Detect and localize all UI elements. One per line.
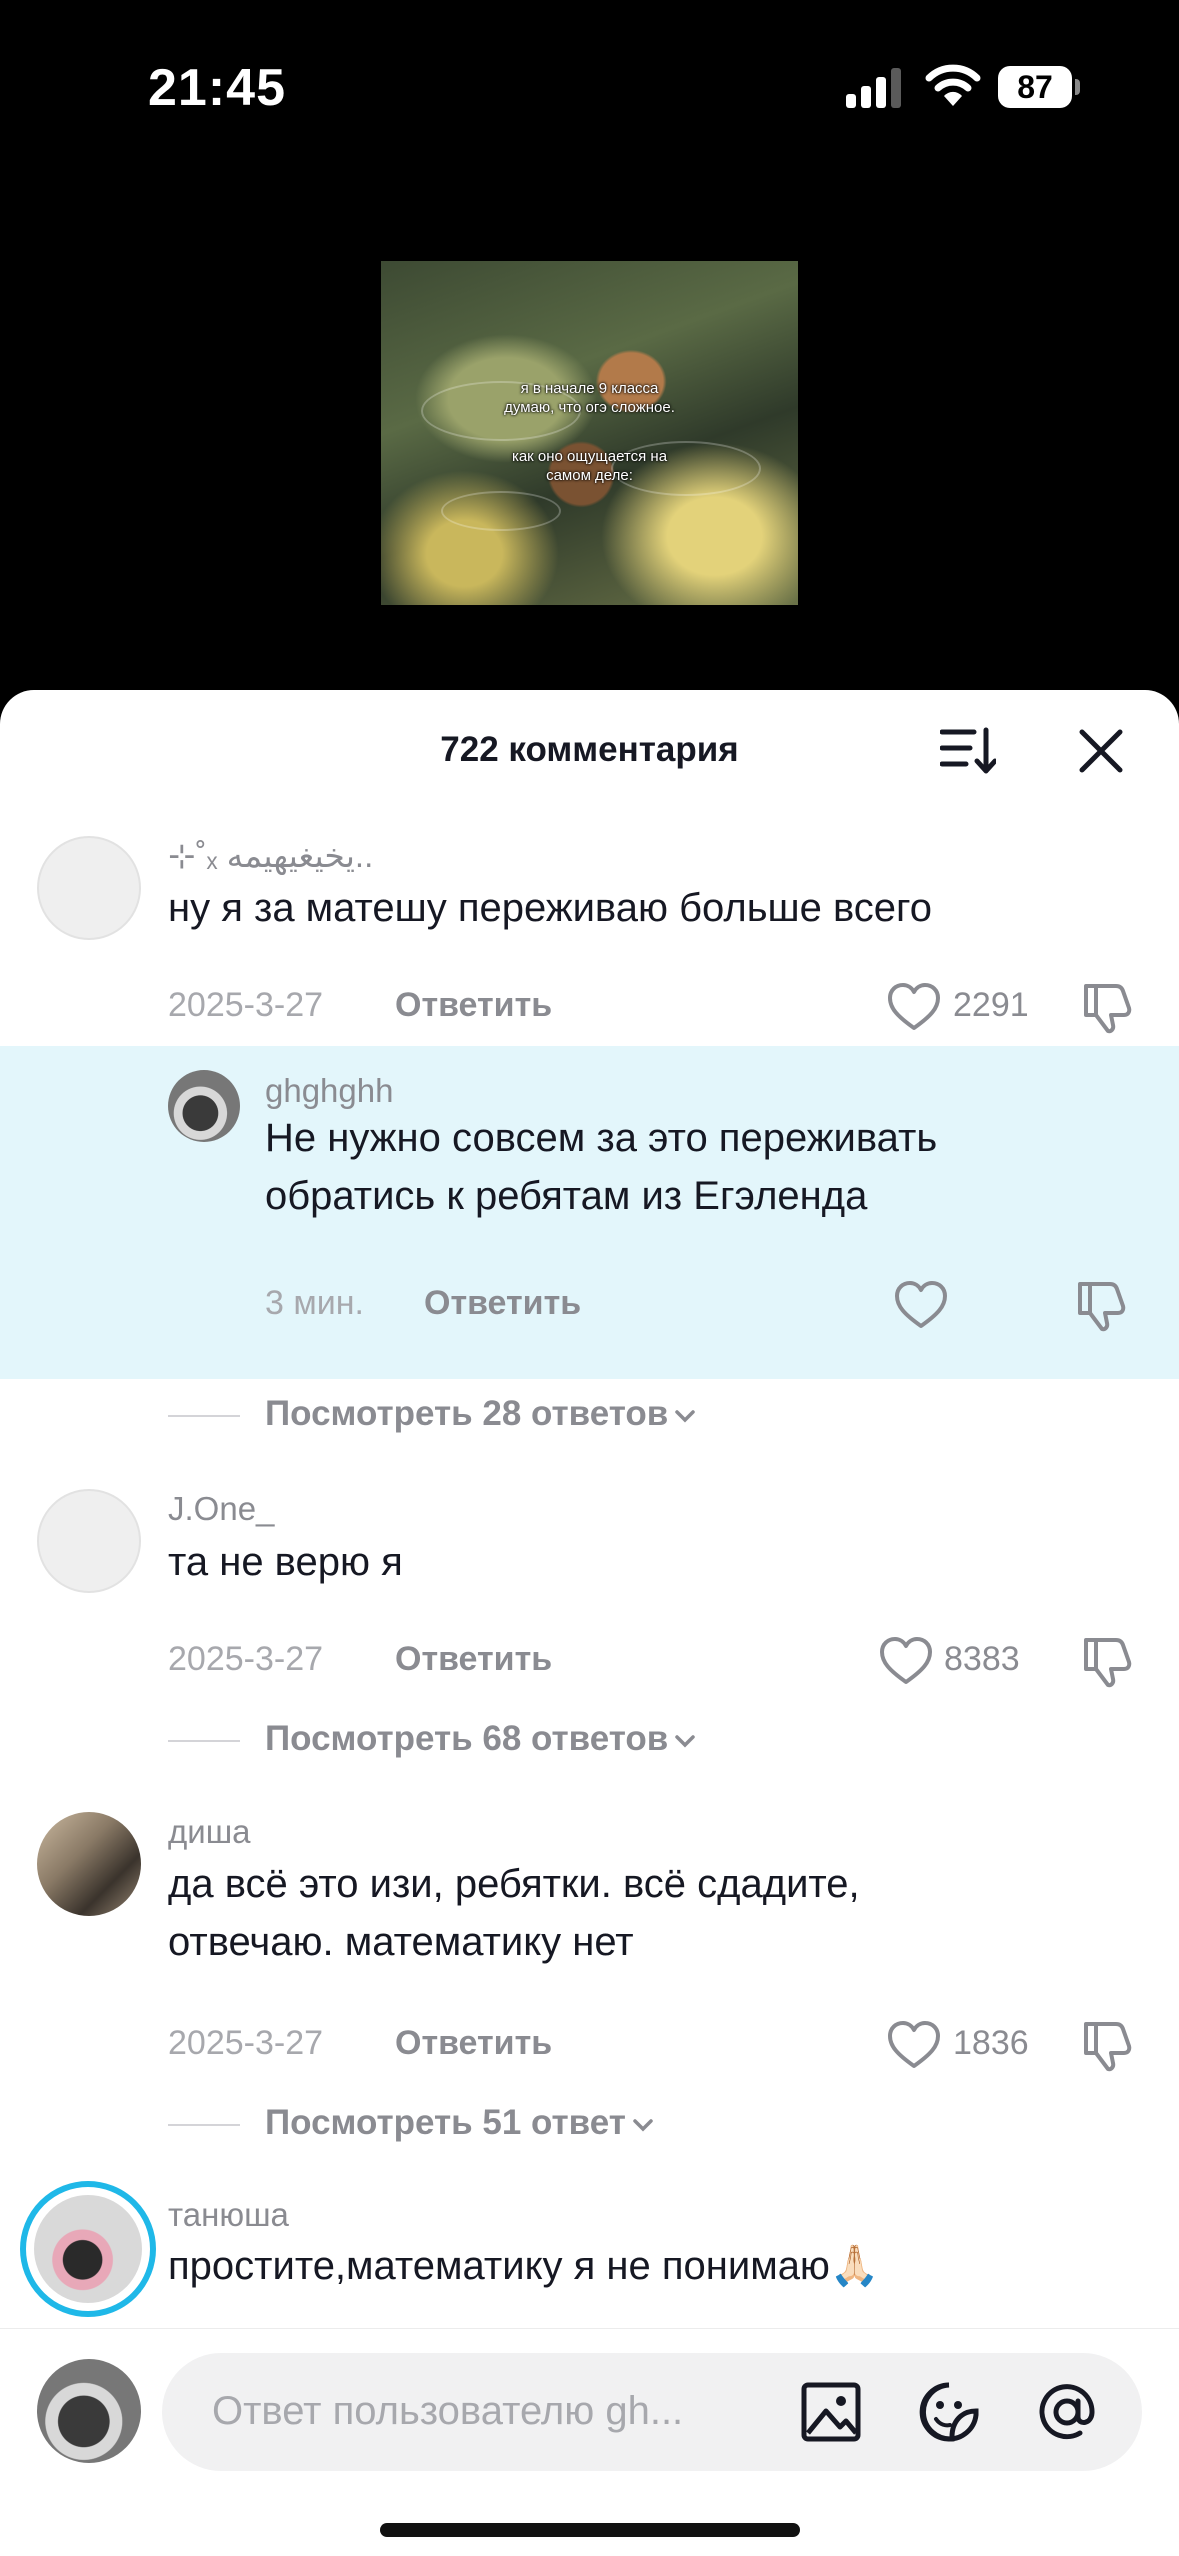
avatar[interactable] xyxy=(37,1489,141,1593)
reply-input[interactable]: Ответ пользователю gh... xyxy=(162,2353,1142,2471)
heart-icon[interactable] xyxy=(879,1636,933,1686)
comment-input-bar: Ответ пользователю gh... xyxy=(0,2328,1179,2556)
heart-icon[interactable] xyxy=(887,982,941,1032)
reply-button[interactable]: Ответить xyxy=(395,986,552,1025)
comment-username[interactable]: ⊹˚ₓ يخيغيهيمه.. xyxy=(168,836,373,875)
dislike-icon[interactable] xyxy=(1080,980,1134,1034)
video-caption-line-2: думаю, что огэ сложное. xyxy=(504,399,675,416)
reply-username[interactable]: ghghghh xyxy=(265,1072,393,1110)
reply-button[interactable]: Ответить xyxy=(424,1284,581,1323)
video-caption-line-4: самом деле: xyxy=(546,467,633,484)
avatar[interactable] xyxy=(37,1812,141,1916)
avatar[interactable] xyxy=(168,1070,240,1142)
view-replies-button[interactable]: Посмотреть 51 ответ xyxy=(265,2103,656,2143)
battery-icon: 87 xyxy=(998,66,1080,108)
dislike-icon[interactable] xyxy=(1080,1634,1134,1688)
comment-username[interactable]: танюша xyxy=(168,2196,289,2234)
dislike-icon[interactable] xyxy=(1074,1278,1128,1332)
reply-button[interactable]: Ответить xyxy=(395,1640,552,1679)
comment-date: 2025-3-27 xyxy=(168,2024,324,2062)
reply-text-line-1: Не нужно совсем за это переживать xyxy=(265,1116,938,1160)
reply-time: 3 мин. xyxy=(265,1284,364,1322)
comment-text-line-2: отвечаю. математику нет xyxy=(168,1920,634,1964)
comment-text: простите,математику я не понимаю🙏🏻 xyxy=(168,2244,880,2288)
view-replies-label: Посмотреть 51 ответ xyxy=(265,2103,626,2142)
dislike-icon[interactable] xyxy=(1080,2018,1134,2072)
clock: 21:45 xyxy=(148,59,286,117)
like-count: 8383 xyxy=(944,1640,1020,1678)
view-replies-label: Посмотреть 28 ответов xyxy=(265,1394,669,1433)
heart-icon[interactable] xyxy=(887,2020,941,2070)
home-indicator[interactable] xyxy=(380,2523,800,2537)
comment-username[interactable]: диша xyxy=(168,1813,251,1851)
image-icon[interactable] xyxy=(800,2381,862,2443)
view-replies-label: Посмотреть 68 ответов xyxy=(265,1719,669,1758)
divider xyxy=(168,2124,240,2126)
view-replies-button[interactable]: Посмотреть 28 ответов xyxy=(265,1394,698,1434)
like-count: 1836 xyxy=(953,2024,1029,2062)
view-replies-button[interactable]: Посмотреть 68 ответов xyxy=(265,1719,698,1759)
divider xyxy=(168,1740,240,1742)
comment-username[interactable]: J.One_ xyxy=(168,1490,274,1528)
comment-date: 2025-3-27 xyxy=(168,986,324,1024)
reply-button[interactable]: Ответить xyxy=(395,2024,552,2063)
avatar[interactable] xyxy=(34,2195,142,2303)
sticker-icon[interactable] xyxy=(918,2381,980,2443)
video-player[interactable]: я в начале 9 класса думаю, что огэ сложн… xyxy=(381,261,798,605)
reply-text-line-2: обратись к ребятам из Егэленда xyxy=(265,1174,868,1218)
battery-level: 87 xyxy=(1017,69,1053,105)
comments-count-title: 722 комментария xyxy=(440,730,739,769)
video-caption-line-3: как оно ощущается на xyxy=(511,448,668,465)
divider xyxy=(168,1415,240,1417)
comments-sheet: 722 комментария ⊹˚ₓ يخيغيهيمه.. ну я за … xyxy=(0,690,1179,2556)
wifi-icon xyxy=(925,64,981,106)
chevron-down-icon xyxy=(633,2119,653,2132)
comment-date: 2025-3-27 xyxy=(168,1640,324,1678)
comment-text-line-1: да всё это изи, ребятки. всё сдадите, xyxy=(168,1862,860,1906)
mention-icon[interactable] xyxy=(1036,2381,1098,2443)
status-bar: 21:45 87 xyxy=(0,0,1179,180)
like-count: 2291 xyxy=(953,986,1029,1024)
close-icon[interactable] xyxy=(1076,726,1126,776)
video-caption-line-1: я в начале 9 класса xyxy=(520,380,659,397)
chevron-down-icon xyxy=(675,1735,696,1748)
comment-text: ну я за матешу переживаю больше всего xyxy=(168,886,932,930)
chevron-down-icon xyxy=(675,1410,696,1423)
comment-text: та не верю я xyxy=(168,1540,403,1584)
cellular-signal-icon xyxy=(846,68,901,108)
heart-icon[interactable] xyxy=(894,1280,948,1330)
avatar[interactable] xyxy=(37,836,141,940)
reply-input-placeholder: Ответ пользователю gh... xyxy=(212,2389,684,2433)
avatar[interactable] xyxy=(37,2359,141,2463)
sort-icon[interactable] xyxy=(940,726,996,776)
